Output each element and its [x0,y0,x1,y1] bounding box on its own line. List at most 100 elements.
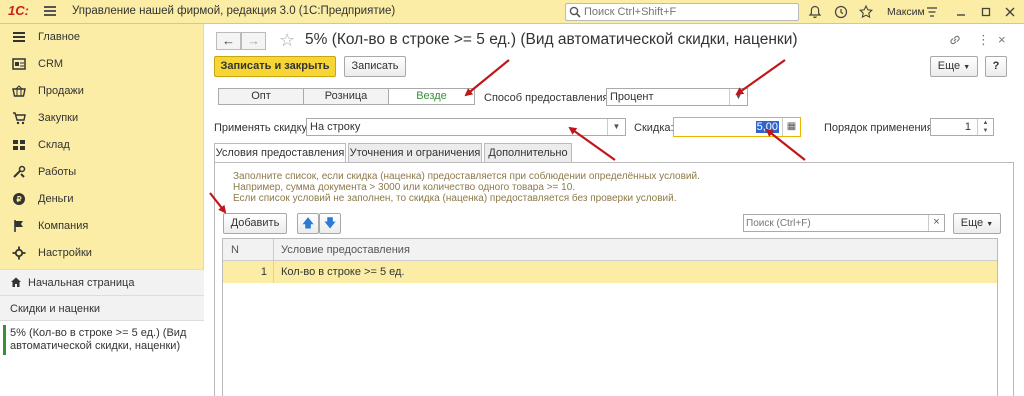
discount-value: 5,00 [755,121,779,133]
hint-line-2: Например, сумма документа > 3000 или кол… [233,182,576,193]
column-header-n[interactable]: N [231,244,239,256]
flag-icon [14,220,23,232]
open-form-label: 5% (Кол-во в строке >= 5 ед.) (Вид автом… [10,327,187,352]
sidebar-item-warehouse[interactable]: Склад [0,132,204,159]
table-more-button[interactable]: Еще ▼ [953,213,1001,234]
user-name[interactable]: Максим [887,6,925,18]
tab-additional[interactable]: Дополнительно [484,143,572,163]
column-divider [273,239,274,261]
chevron-down-icon: ▼ [986,221,994,228]
more-label: Еще [937,60,961,72]
gear-icon [12,246,26,260]
discounts-section-link[interactable]: Скидки и наценки [0,295,204,320]
main-menu-icon[interactable] [44,6,56,16]
hint-line-1: Заполните список, если скидка (наценка) … [233,171,700,182]
method-label: Способ предоставления: [484,92,612,104]
favorite-star-icon[interactable]: ☆ [279,30,295,51]
form-title: 5% (Кол-во в строке >= 5 ед.) (Вид автом… [305,31,798,48]
sidebar-item-works[interactable]: Работы [0,159,204,186]
minimize-icon[interactable] [953,4,969,20]
order-field[interactable]: 1 ▲ ▼ [930,118,994,136]
favorites-star-icon[interactable] [858,4,874,20]
dropdown-arrow-icon[interactable]: ▼ [729,89,747,105]
home-page-label: Начальная страница [28,277,135,289]
help-button[interactable]: ? [985,56,1007,77]
sidebar: Главное CRM Продажи Закупки Склад Работы… [0,24,204,396]
history-icon[interactable] [833,4,849,20]
discounts-section-label: Скидки и наценки [10,303,101,315]
sidebar-item-purchases[interactable]: Закупки [0,105,204,132]
method-value: Процент [610,91,654,103]
top-bar: 1С: Управление нашей фирмой, редакция 3.… [0,0,1024,24]
table-row[interactable]: 1 Кол-во в строке >= 5 ед. [223,261,997,283]
home-page-link[interactable]: Начальная страница [0,269,204,295]
method-select[interactable]: Процент ▼ [606,88,748,106]
sidebar-item-money[interactable]: ₽ Деньги [0,186,204,213]
more-vert-icon[interactable]: ⋮ [977,32,990,48]
tab-conditions[interactable]: Условия предоставления [214,143,346,163]
sidebar-item-company[interactable]: Компания [0,213,204,240]
sidebar-item-crm[interactable]: CRM [0,51,204,78]
back-button[interactable]: ← [216,32,241,50]
sidebar-item-label: Главное [38,31,81,43]
app-logo: 1С: [8,3,29,18]
crm-icon [12,58,26,70]
dropdown-arrow-icon[interactable]: ▼ [607,119,625,135]
active-form-marker [3,325,6,355]
table-search[interactable]: × [743,214,945,232]
sidebar-item-label: Склад [38,139,70,151]
warehouse-icon [13,140,25,150]
menu-lines-icon [13,32,25,42]
conditions-table: N Условие предоставления 1 Кол-во в стро… [222,238,998,396]
open-form-item[interactable]: 5% (Кол-во в строке >= 5 ед.) (Вид автом… [0,320,204,396]
spin-buttons[interactable]: ▲ ▼ [977,119,993,135]
table-more-label: Еще [960,217,984,229]
table-header: N Условие предоставления [223,239,997,261]
link-icon[interactable] [948,33,962,47]
calculator-icon[interactable]: ▦ [782,118,800,136]
discount-label: Скидка: [634,122,674,134]
tab-refinements[interactable]: Уточнения и ограничения [348,143,482,163]
add-button[interactable]: Добавить [223,213,287,234]
row-condition: Кол-во в строке >= 5 ед. [281,266,405,278]
move-down-icon[interactable]: 🡇 [319,213,341,234]
more-button[interactable]: Еще ▼ [930,56,978,77]
global-search[interactable] [565,3,799,21]
clear-search-icon[interactable]: × [928,215,944,231]
search-icon [569,6,581,18]
discount-field[interactable]: 5,00 ▦ [673,117,801,137]
maximize-icon[interactable] [978,4,994,20]
column-header-condition[interactable]: Условие предоставления [281,244,410,256]
forward-button[interactable]: → [241,32,266,50]
column-divider [273,261,274,283]
order-value: 1 [964,121,971,133]
apply-value: На строку [310,121,361,133]
table-search-input[interactable] [746,216,924,230]
settings-menu-icon[interactable] [924,4,940,20]
close-icon[interactable] [1002,4,1018,20]
sidebar-item-sales[interactable]: Продажи [0,78,204,105]
save-and-close-button[interactable]: Записать и закрыть [214,56,336,77]
app-title: Управление нашей фирмой, редакция 3.0 (1… [72,5,396,17]
sidebar-item-main[interactable]: Главное [0,24,204,51]
basket-icon [12,85,26,97]
move-up-icon[interactable]: 🡅 [297,213,319,234]
global-search-input[interactable] [584,5,794,19]
save-button[interactable]: Записать [344,56,406,77]
sidebar-item-label: Настройки [38,247,92,259]
sidebar-item-settings[interactable]: Настройки [0,240,204,267]
sidebar-item-label: Работы [38,166,77,178]
order-label: Порядок применения: [824,122,936,134]
mode-retail[interactable]: Розница [304,89,389,104]
apply-select[interactable]: На строку ▼ [306,118,626,136]
mode-switch: Опт Розница Везде [218,88,475,105]
form-close-icon[interactable]: × [998,32,1006,47]
form-area: ← → ☆ 5% (Кол-во в строке >= 5 ед.) (Вид… [204,24,1024,396]
bell-icon[interactable] [807,4,823,20]
mode-everywhere[interactable]: Везде [389,89,474,104]
svg-text:₽: ₽ [16,195,21,204]
sidebar-item-label: Компания [38,220,89,232]
sidebar-item-label: Закупки [38,112,79,124]
hint-line-3: Если список условий не заполнен, то скид… [233,193,677,204]
mode-wholesale[interactable]: Опт [219,89,304,104]
